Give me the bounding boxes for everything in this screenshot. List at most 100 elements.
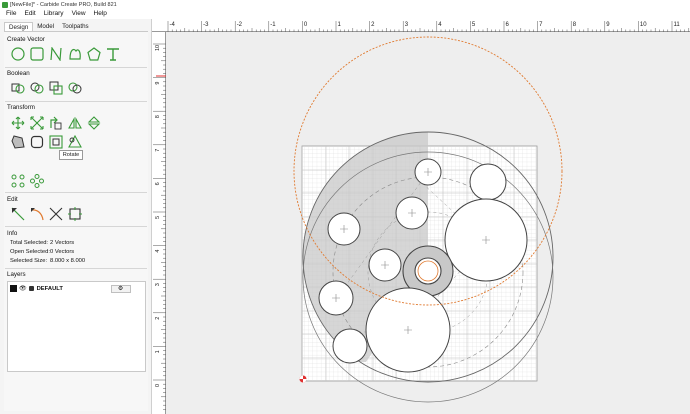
layer-row[interactable]: 👁 DEFAULT ⚙: [10, 284, 143, 293]
align-icon[interactable]: [48, 134, 64, 150]
tab-model[interactable]: Model: [33, 22, 58, 31]
ruler-left-label: 2: [155, 317, 161, 320]
scale-icon[interactable]: [29, 115, 45, 131]
canvas-drawing[interactable]: [166, 32, 690, 414]
ruler-top-label: 7: [539, 22, 543, 28]
mirror-icon[interactable]: [67, 115, 83, 131]
tab-toolpaths[interactable]: Toolpaths: [58, 22, 93, 31]
info-total-selected: Total Selected: 2 Vectors: [10, 240, 74, 246]
edit-tools: [10, 206, 86, 222]
ruler-top-label: 9: [606, 22, 610, 28]
design-canvas[interactable]: [166, 32, 690, 414]
layer-name: DEFAULT: [36, 285, 63, 292]
array-icon[interactable]: [10, 173, 26, 189]
ruler-left-label: 3: [155, 283, 161, 286]
window-title: [NewFile]* - Carbide Create PRO, Build 8…: [10, 1, 117, 8]
weld-icon[interactable]: [67, 80, 83, 96]
ruler-top-label: 10: [640, 22, 647, 28]
ruler-left-label: 7: [155, 149, 161, 152]
offset-icon[interactable]: [10, 134, 26, 150]
ruler-top-label: 3: [405, 22, 409, 28]
center-hole[interactable]: [414, 257, 442, 285]
ruler-left-label: 1: [155, 350, 161, 353]
ruler-top-label: -4: [170, 22, 176, 28]
title-bar: [NewFile]* - Carbide Create PRO, Build 8…: [0, 0, 690, 9]
menu-library[interactable]: Library: [44, 10, 64, 17]
info-value: 2 Vectors: [50, 240, 75, 246]
intersect-icon[interactable]: [48, 80, 64, 96]
info-label: Selected Size:: [10, 258, 48, 264]
hole-circle[interactable]: [469, 163, 507, 201]
node-edit-icon[interactable]: [10, 206, 26, 222]
ruler-left-label: 4: [155, 250, 161, 253]
layer-color-swatch[interactable]: [10, 285, 17, 292]
section-boolean: Boolean: [7, 70, 30, 77]
arc-edit-icon[interactable]: [29, 206, 45, 222]
polygon-tool-icon[interactable]: [86, 46, 102, 62]
info-selected-size: Selected Size: 8.000 x 8.000: [10, 258, 85, 264]
transform-tools-row1: [10, 115, 105, 131]
transform-tools-row2: [10, 134, 86, 150]
menu-file[interactable]: File: [6, 10, 16, 17]
subtract-icon[interactable]: [29, 80, 45, 96]
trim-icon[interactable]: [67, 134, 83, 150]
section-edit: Edit: [7, 196, 18, 203]
circle-tool-icon[interactable]: [10, 46, 26, 62]
left-panel: Design Model Toolpaths Create Vector Boo…: [0, 19, 152, 414]
ruler-top-label: 5: [472, 22, 476, 28]
ruler-top-label: 2: [371, 22, 375, 28]
join-icon[interactable]: [67, 206, 83, 222]
ruler-top-label: 8: [573, 22, 577, 28]
move-icon[interactable]: [10, 115, 26, 131]
section-info: Info: [7, 230, 18, 237]
divider: [5, 192, 147, 193]
info-label: Total Selected:: [10, 240, 49, 246]
ruler-top-label: -3: [203, 22, 209, 28]
panel-tabs: Design Model Toolpaths: [4, 22, 93, 31]
ruler-left-label: 9: [155, 82, 161, 85]
info-value: 0 Vectors: [50, 249, 75, 255]
divider: [5, 101, 147, 102]
union-icon[interactable]: [10, 80, 26, 96]
ruler-top-label: 11: [674, 22, 681, 28]
tab-design[interactable]: Design: [4, 22, 34, 31]
fillet-icon[interactable]: [29, 134, 45, 150]
app-logo-icon: [2, 1, 8, 8]
ruler-left-scale: 109876543210: [153, 43, 166, 410]
cut-icon[interactable]: [48, 206, 64, 222]
menu-help[interactable]: Help: [94, 10, 107, 17]
menu-bar: File Edit Library View Help: [0, 9, 690, 18]
ruler-left-label: 0: [155, 384, 161, 387]
ruler-top-label: 6: [506, 22, 510, 28]
boolean-tools: [10, 80, 86, 96]
rotate-icon[interactable]: [48, 115, 64, 131]
section-layers: Layers: [7, 271, 26, 278]
ruler-left-label: 10: [155, 45, 161, 51]
ruler-top: -4 -3 -2 -1 0 1 2 3 4 5 6 7 8 9 10 11: [152, 19, 690, 32]
info-value: 8.000 x 8.000: [50, 258, 86, 264]
rectangle-tool-icon[interactable]: [29, 46, 45, 62]
ruler-top-label: -2: [237, 22, 243, 28]
layers-list: 👁 DEFAULT ⚙: [7, 281, 146, 372]
ruler-top-label: -1: [270, 22, 276, 28]
gear-icon[interactable]: ⚙: [110, 284, 131, 293]
divider: [5, 226, 147, 227]
curve-tool-icon[interactable]: [67, 46, 83, 62]
ruler-top-label: 1: [338, 22, 342, 28]
ruler-left: 10 9 8 7 6 5 4 3 2 1 0: [152, 32, 166, 414]
menu-view[interactable]: View: [72, 10, 86, 17]
text-tool-icon[interactable]: [105, 46, 121, 62]
hole-circle[interactable]: [332, 328, 368, 364]
menu-edit[interactable]: Edit: [24, 10, 35, 17]
section-transform: Transform: [7, 104, 35, 111]
flip-icon[interactable]: [86, 115, 102, 131]
circular-array-icon[interactable]: [29, 173, 45, 189]
divider: [5, 268, 147, 269]
lock-icon[interactable]: [28, 286, 34, 291]
ruler-left-label: 5: [155, 216, 161, 219]
eye-icon[interactable]: 👁: [19, 285, 27, 292]
ruler-left-label: 8: [155, 115, 161, 118]
polyline-tool-icon[interactable]: [48, 46, 64, 62]
ruler-top-label: 0: [304, 22, 308, 28]
info-open-selected: Open Selected: 0 Vectors: [10, 249, 74, 255]
